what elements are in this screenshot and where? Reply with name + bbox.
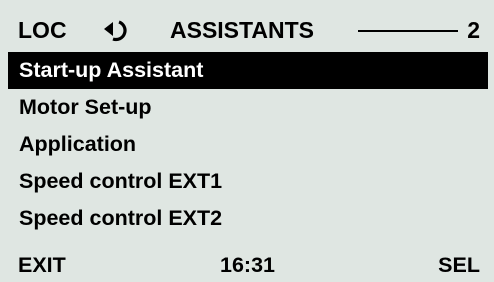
rotation-direction-icon [100, 18, 136, 44]
menu-item-application[interactable]: Application [8, 126, 488, 163]
control-location-indicator: LOC [18, 17, 67, 43]
select-softkey[interactable]: SEL [438, 250, 480, 280]
menu-item-motor-set-up[interactable]: Motor Set-up [8, 89, 488, 126]
exit-softkey[interactable]: EXIT [18, 250, 66, 280]
assistant-menu: Start-up Assistant Motor Set-up Applicat… [8, 52, 488, 237]
status-bar: LOC ASSISTANTS 2 [18, 13, 480, 47]
page-number: 2 [467, 17, 480, 43]
menu-item-speed-control-ext2[interactable]: Speed control EXT2 [8, 200, 488, 237]
softkey-bar: EXIT 16:31 SEL [18, 250, 480, 280]
clock-display: 16:31 [220, 253, 275, 277]
header-divider [358, 30, 458, 32]
control-panel-display: LOC ASSISTANTS 2 Start-up Assistant Moto… [0, 0, 494, 282]
page-title: ASSISTANTS [170, 17, 314, 43]
menu-item-speed-control-ext1[interactable]: Speed control EXT1 [8, 163, 488, 200]
menu-item-start-up-assistant[interactable]: Start-up Assistant [8, 52, 488, 89]
